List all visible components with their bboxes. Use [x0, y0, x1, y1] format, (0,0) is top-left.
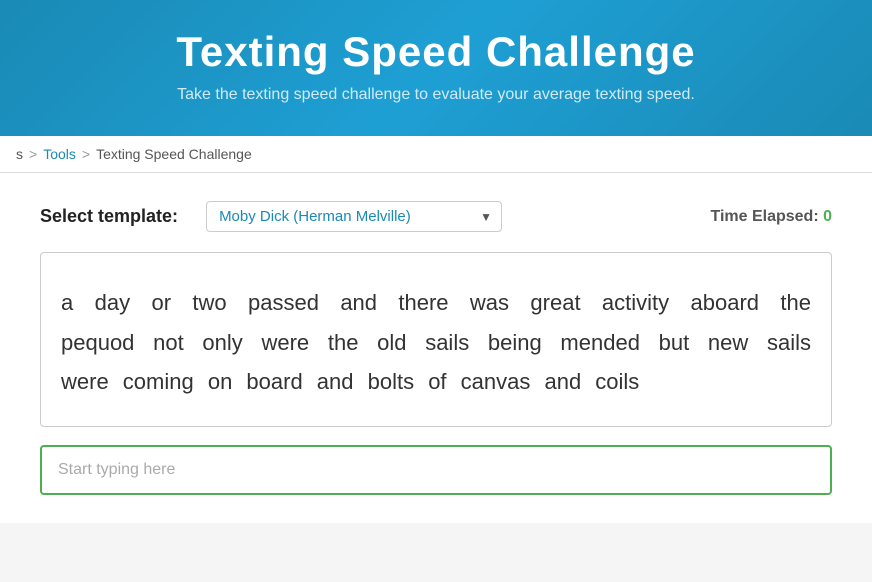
time-elapsed-value: 0: [823, 208, 832, 225]
time-elapsed-label: Time Elapsed:: [710, 208, 818, 225]
breadcrumb: s > Tools > Texting Speed Challenge: [0, 136, 872, 173]
controls-row: Select template: Moby Dick (Herman Melvi…: [40, 201, 832, 232]
typing-input[interactable]: [40, 445, 832, 495]
template-label: Select template:: [40, 206, 178, 227]
breadcrumb-sep-2: >: [82, 146, 90, 162]
breadcrumb-sep-1: >: [29, 146, 37, 162]
page-title: Texting Speed Challenge: [20, 28, 852, 76]
template-select[interactable]: Moby Dick (Herman Melville)The Great Gat…: [206, 201, 502, 232]
page-header: Texting Speed Challenge Take the texting…: [0, 0, 872, 136]
text-display-box: a day or two passed and there was great …: [40, 252, 832, 427]
template-select-wrapper: Moby Dick (Herman Melville)The Great Gat…: [206, 201, 502, 232]
page-subtitle: Take the texting speed challenge to eval…: [20, 86, 852, 104]
challenge-text: a day or two passed and there was great …: [61, 283, 811, 402]
main-content: Select template: Moby Dick (Herman Melvi…: [0, 173, 872, 523]
breadcrumb-tools-link[interactable]: Tools: [43, 146, 76, 162]
time-elapsed-display: Time Elapsed: 0: [710, 208, 832, 226]
template-selector-group: Select template: Moby Dick (Herman Melvi…: [40, 201, 502, 232]
breadcrumb-current: Texting Speed Challenge: [96, 146, 252, 162]
breadcrumb-home: s: [16, 146, 23, 162]
